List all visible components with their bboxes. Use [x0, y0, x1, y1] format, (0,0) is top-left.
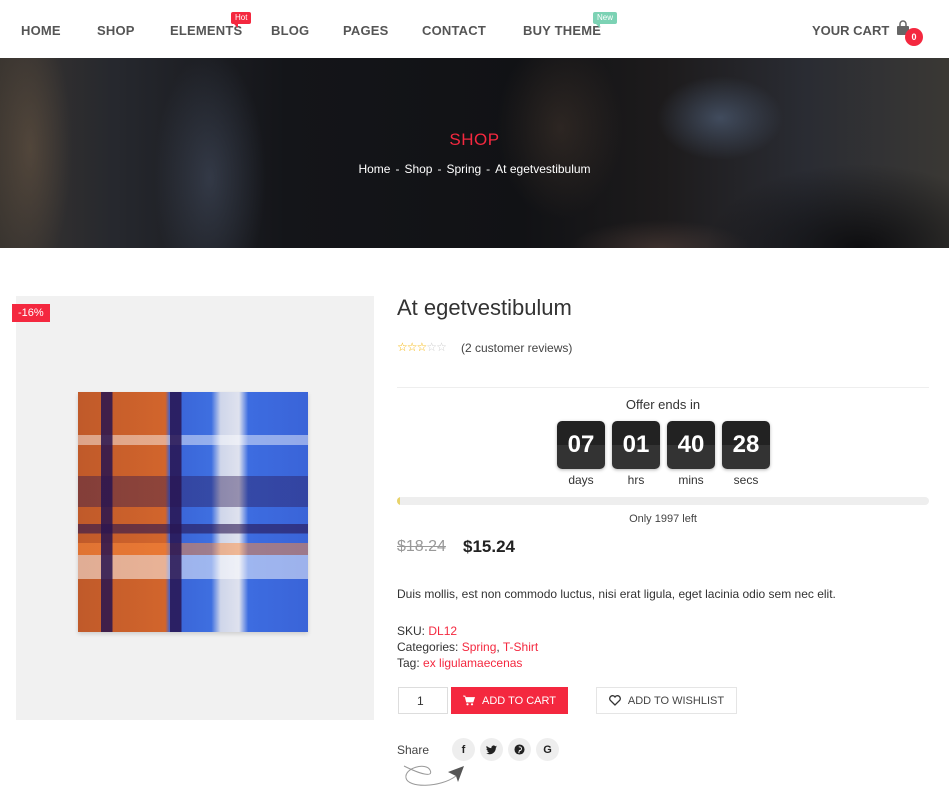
top-nav: HOME SHOP ELEMENTS Hot BLOG PAGES CONTAC…	[0, 0, 949, 58]
breadcrumb-shop[interactable]: Shop	[404, 162, 432, 176]
sku-label: SKU:	[397, 624, 426, 638]
facebook-icon[interactable]: f	[452, 738, 475, 761]
countdown-value: 01	[612, 421, 660, 469]
cart-icon	[463, 695, 476, 706]
old-price: $18.24	[397, 538, 446, 555]
twitter-icon[interactable]	[480, 738, 503, 761]
pinterest-icon[interactable]	[508, 738, 531, 761]
breadcrumb: Home - Shop - Spring - At egetvestibulum	[0, 162, 949, 176]
heart-icon	[609, 695, 621, 706]
share-label: Share	[397, 743, 430, 757]
breadcrumb-current: At egetvestibulum	[495, 162, 591, 176]
countdown-unit: days	[568, 473, 594, 487]
star-icon: ☆	[406, 340, 418, 354]
categories-row: Categories: Spring, T-Shirt	[397, 640, 538, 654]
countdown-unit: hrs	[627, 473, 645, 487]
nav-home[interactable]: HOME	[21, 23, 61, 38]
stock-text: Only 1997 left	[629, 513, 697, 525]
countdown-minutes: 40 mins	[667, 421, 715, 487]
your-cart-link[interactable]: YOUR CART	[812, 23, 889, 38]
hero-banner: SHOP Home - Shop - Spring - At egetvestibulum	[0, 58, 949, 248]
sku-value: DL12	[428, 624, 458, 638]
nav-shop[interactable]: SHOP	[97, 23, 135, 38]
countdown-unit: mins	[678, 473, 704, 487]
categories-label: Categories:	[397, 640, 459, 654]
divider	[397, 387, 929, 388]
arrow-doodle-icon	[403, 765, 464, 786]
nav-pages[interactable]: PAGES	[343, 23, 389, 38]
tag-row: Tag: ex ligulamaecenas	[397, 656, 522, 670]
quantity-input[interactable]	[398, 687, 448, 714]
nav-contact[interactable]: CONTACT	[422, 23, 486, 38]
product-title: At egetvestibulum	[397, 295, 572, 320]
star-rating: ☆☆☆☆☆	[397, 340, 447, 354]
countdown-days: 07 days	[557, 421, 605, 487]
page-title: SHOP	[449, 130, 500, 149]
add-to-wishlist-button[interactable]: ADD TO WISHLIST	[596, 687, 737, 714]
hot-badge: Hot	[231, 12, 252, 28]
countdown-value: 07	[557, 421, 605, 469]
add-to-cart-label: ADD TO CART	[482, 694, 556, 707]
category-link-tshirt[interactable]: T-Shirt	[503, 640, 538, 654]
nav-blog[interactable]: BLOG	[271, 23, 309, 38]
nav-elements[interactable]: ELEMENTS	[170, 23, 242, 38]
star-icon: ☆	[426, 340, 437, 354]
countdown-seconds: 28 secs	[722, 421, 770, 487]
offer-label: Offer ends in	[625, 397, 701, 412]
sku-row: SKU: DL12	[397, 624, 457, 638]
new-badge: New	[593, 12, 618, 28]
star-icon: ☆	[397, 340, 408, 354]
tag-link[interactable]: ex ligulamaecenas	[423, 656, 522, 670]
stock-progress-bar	[397, 497, 929, 505]
add-to-cart-button[interactable]: ADD TO CART	[451, 687, 568, 714]
nav-buy-theme[interactable]: BUY THEME	[523, 23, 601, 38]
breadcrumb-separator: -	[395, 162, 400, 176]
current-price: $15.24	[463, 537, 515, 556]
countdown-value: 40	[667, 421, 715, 469]
star-icon: ☆	[436, 340, 447, 354]
cart-count-badge: 0	[905, 28, 923, 46]
countdown-value: 28	[722, 421, 770, 469]
plaid-scarf-photo	[78, 392, 308, 632]
star-icon: ☆	[416, 340, 428, 354]
countdown-unit: secs	[733, 473, 759, 487]
breadcrumb-home[interactable]: Home	[358, 162, 390, 176]
breadcrumb-spring[interactable]: Spring	[446, 162, 481, 176]
breadcrumb-separator: -	[486, 162, 491, 176]
add-to-wishlist-label: ADD TO WISHLIST	[627, 694, 725, 707]
google-icon[interactable]: G	[536, 738, 559, 761]
category-link-spring[interactable]: Spring	[462, 640, 497, 654]
breadcrumb-separator: -	[437, 162, 442, 176]
countdown-hours: 01 hrs	[612, 421, 660, 487]
stock-progress-fill	[397, 497, 400, 505]
sale-badge: -16%	[12, 304, 50, 322]
product-description: Duis mollis, est non commodo luctus, nis…	[397, 587, 836, 601]
tag-label: Tag:	[397, 656, 420, 670]
reviews-link[interactable]: (2 customer reviews)	[461, 341, 572, 355]
